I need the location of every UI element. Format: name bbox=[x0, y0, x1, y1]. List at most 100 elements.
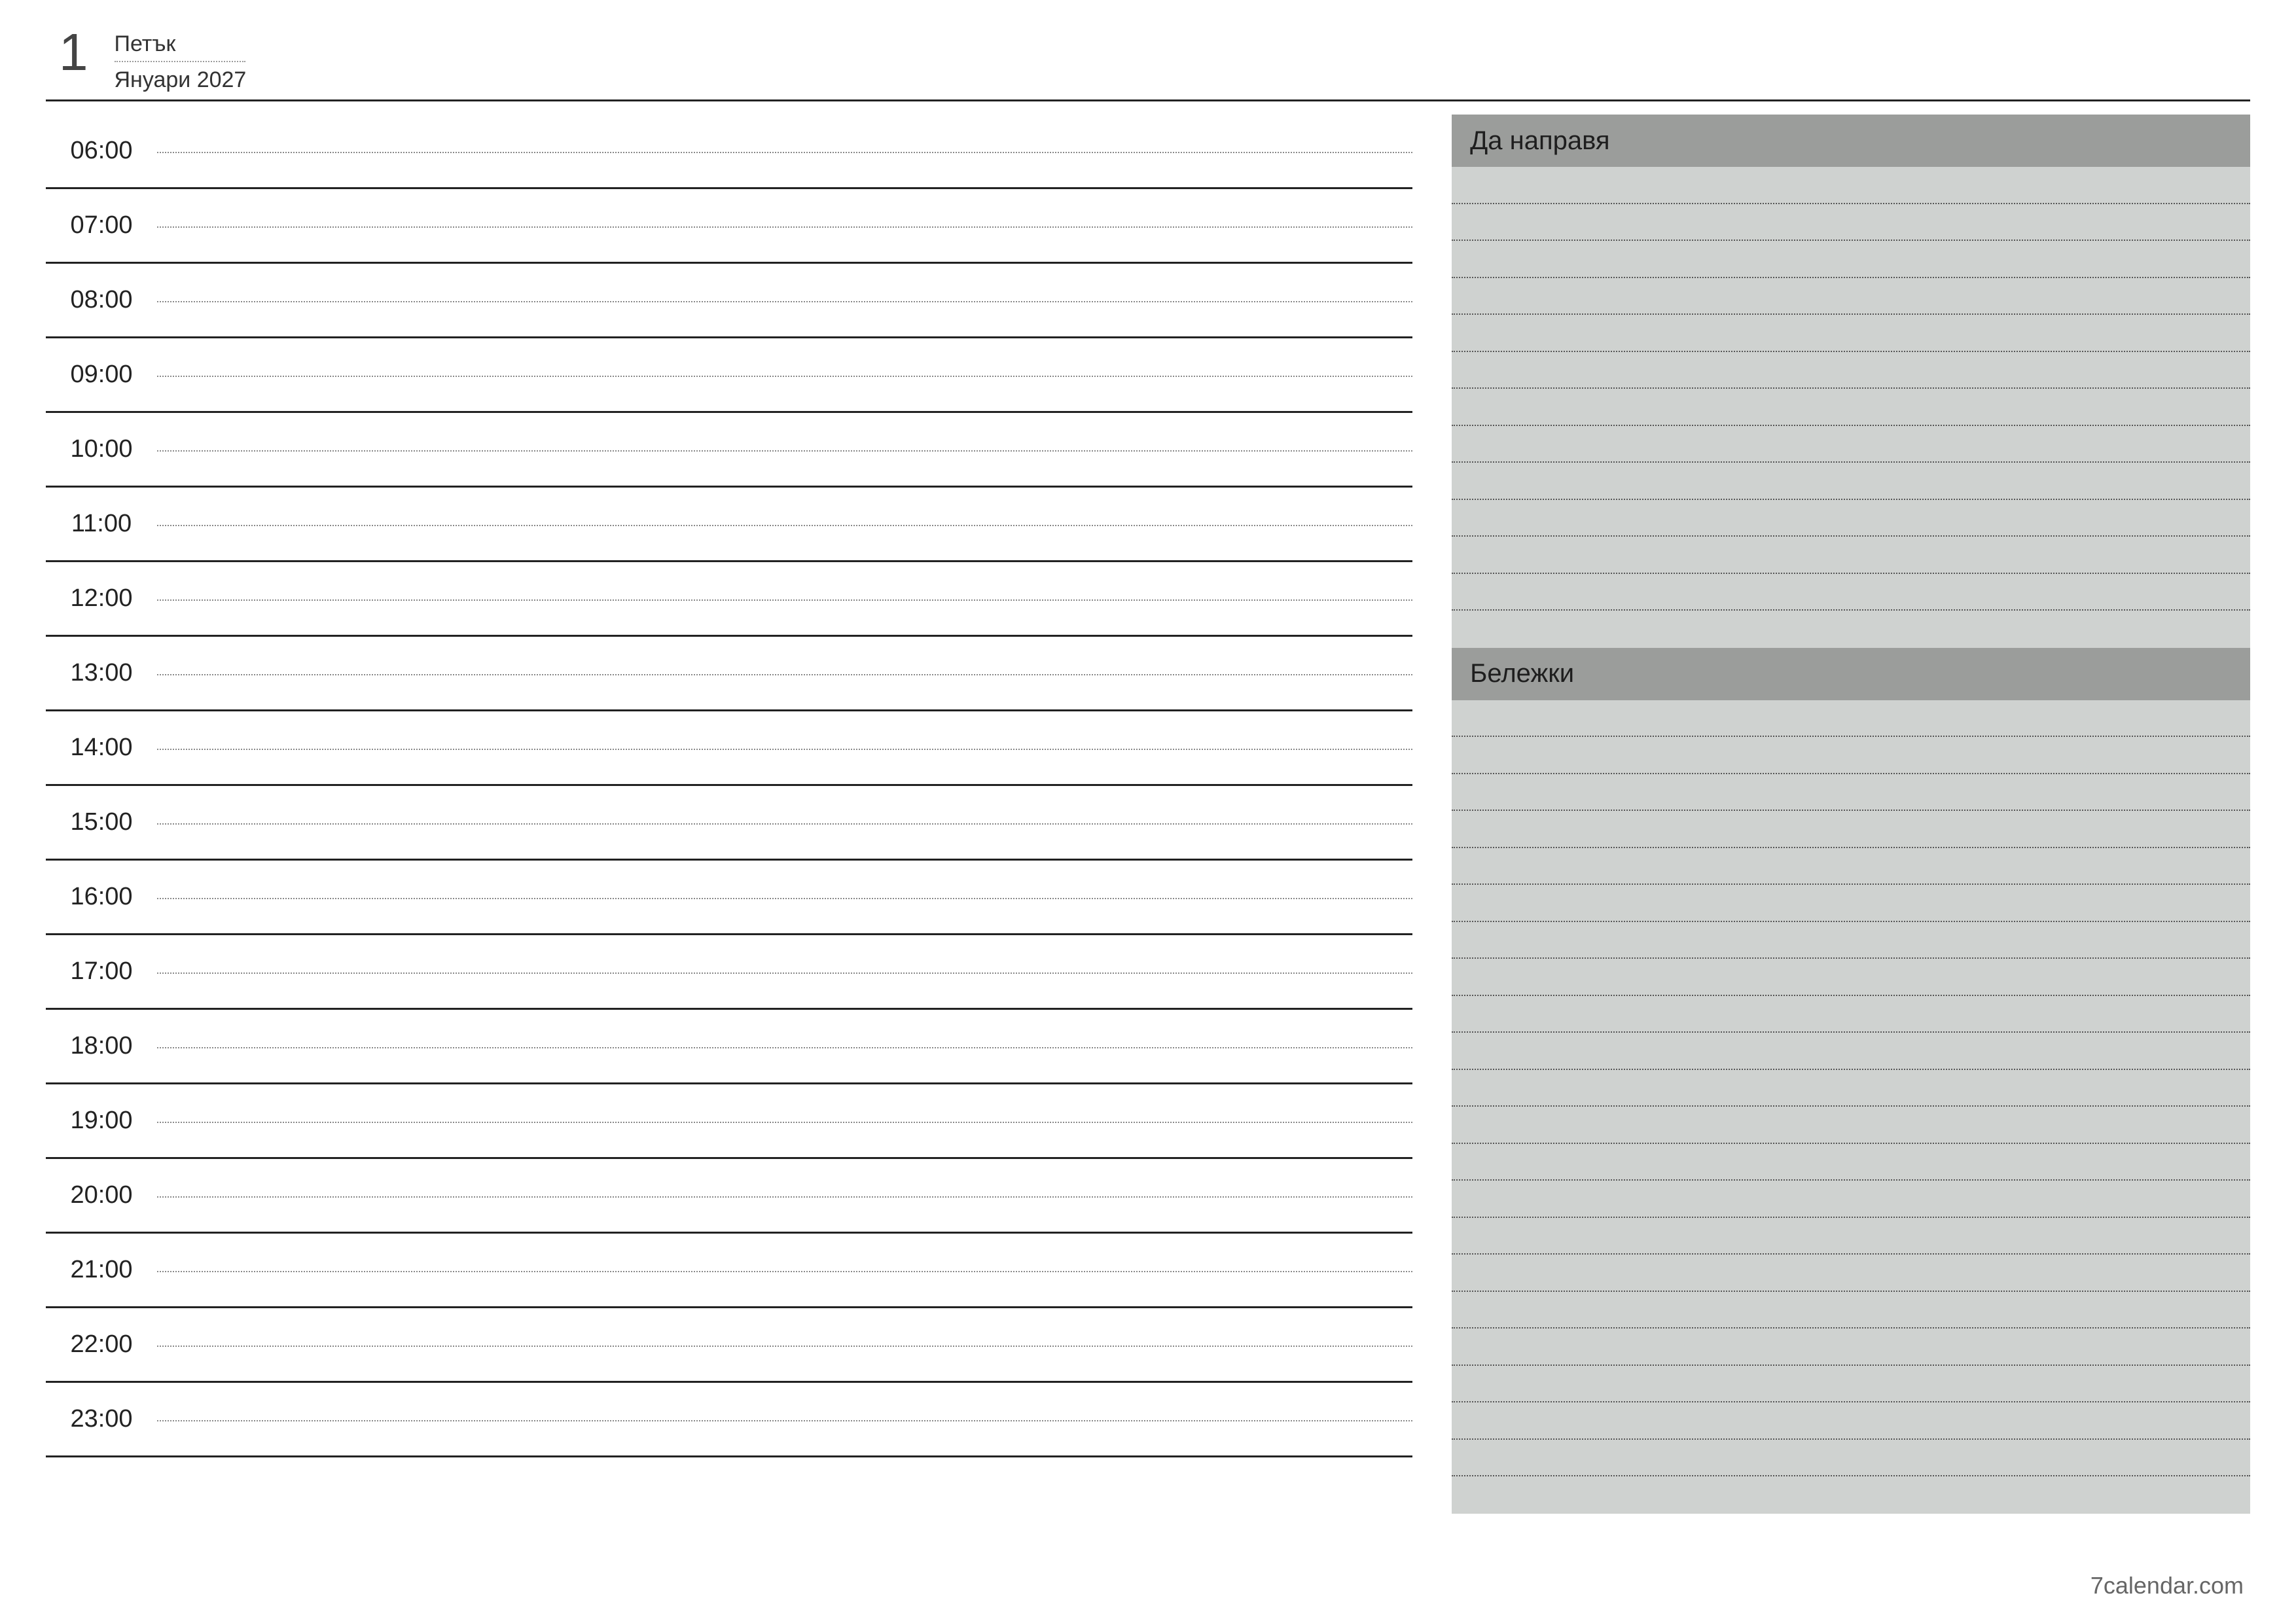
notes-title: Бележки bbox=[1452, 648, 2250, 700]
notes-line bbox=[1452, 737, 2250, 774]
notes-line bbox=[1452, 811, 2250, 848]
notes-line bbox=[1452, 1181, 2250, 1218]
notes-line bbox=[1452, 848, 2250, 885]
notes-line bbox=[1452, 1329, 2250, 1366]
sidebar: Да направя Бележки bbox=[1452, 115, 2250, 1514]
hour-label: 20:00 bbox=[46, 1181, 157, 1209]
hour-writing-line bbox=[157, 674, 1412, 675]
hour-label: 17:00 bbox=[46, 957, 157, 986]
hour-writing-line bbox=[157, 450, 1412, 452]
hour-writing-line bbox=[157, 972, 1412, 974]
notes-line bbox=[1452, 1402, 2250, 1440]
hour-writing-line bbox=[157, 823, 1412, 825]
hour-label: 22:00 bbox=[46, 1330, 157, 1359]
hour-label: 15:00 bbox=[46, 808, 157, 836]
notes-line bbox=[1452, 1292, 2250, 1329]
notes-line bbox=[1452, 1144, 2250, 1181]
todo-line bbox=[1452, 389, 2250, 426]
notes-line bbox=[1452, 1107, 2250, 1144]
hour-row: 07:00 bbox=[46, 189, 1412, 264]
hour-row: 10:00 bbox=[46, 413, 1412, 488]
notes-line bbox=[1452, 1218, 2250, 1255]
todo-line bbox=[1452, 315, 2250, 352]
hour-label: 12:00 bbox=[46, 584, 157, 613]
weekday-label: Петък bbox=[115, 31, 245, 62]
hour-writing-line bbox=[157, 1346, 1412, 1347]
hour-label: 10:00 bbox=[46, 435, 157, 463]
notes-line bbox=[1452, 700, 2250, 738]
hour-writing-line bbox=[157, 599, 1412, 601]
notes-line bbox=[1452, 1255, 2250, 1292]
notes-line bbox=[1452, 1070, 2250, 1107]
hour-row: 08:00 bbox=[46, 264, 1412, 338]
notes-line bbox=[1452, 996, 2250, 1033]
hour-writing-line bbox=[157, 152, 1412, 153]
hour-row: 18:00 bbox=[46, 1010, 1412, 1084]
hour-label: 13:00 bbox=[46, 659, 157, 687]
hour-row: 19:00 bbox=[46, 1084, 1412, 1159]
hour-label: 14:00 bbox=[46, 734, 157, 762]
notes-line bbox=[1452, 922, 2250, 959]
day-number: 1 bbox=[59, 26, 88, 79]
hour-label: 18:00 bbox=[46, 1032, 157, 1060]
notes-line bbox=[1452, 1366, 2250, 1403]
day-meta: Петък Януари 2027 bbox=[115, 26, 247, 93]
footer-brand: 7calendar.com bbox=[2090, 1572, 2244, 1599]
hour-writing-line bbox=[157, 1420, 1412, 1421]
hour-writing-line bbox=[157, 1122, 1412, 1123]
hour-row: 21:00 bbox=[46, 1234, 1412, 1308]
todo-line bbox=[1452, 611, 2250, 648]
hour-label: 21:00 bbox=[46, 1256, 157, 1284]
hour-row: 16:00 bbox=[46, 861, 1412, 935]
notes-lines bbox=[1452, 700, 2250, 1514]
hour-writing-line bbox=[157, 226, 1412, 228]
header-divider bbox=[46, 99, 2250, 101]
hour-label: 16:00 bbox=[46, 883, 157, 911]
notes-line bbox=[1452, 959, 2250, 996]
hour-row: 09:00 bbox=[46, 338, 1412, 413]
hour-label: 23:00 bbox=[46, 1405, 157, 1433]
todo-line bbox=[1452, 167, 2250, 204]
hour-writing-line bbox=[157, 1047, 1412, 1048]
hour-label: 11:00 bbox=[46, 510, 157, 538]
todo-line bbox=[1452, 278, 2250, 315]
hourly-schedule: 06:00 07:00 08:00 09:00 10:00 11:00 12:00 13:00… bbox=[46, 115, 1412, 1514]
todo-panel: Да направя bbox=[1452, 115, 2250, 648]
hour-label: 19:00 bbox=[46, 1107, 157, 1135]
notes-panel: Бележки bbox=[1452, 648, 2250, 1514]
hour-writing-line bbox=[157, 301, 1412, 302]
todo-line bbox=[1452, 500, 2250, 537]
hour-row: 06:00 bbox=[46, 115, 1412, 189]
hour-row: 17:00 bbox=[46, 935, 1412, 1010]
hour-label: 09:00 bbox=[46, 361, 157, 389]
hour-row: 13:00 bbox=[46, 637, 1412, 711]
todo-line bbox=[1452, 204, 2250, 241]
notes-line bbox=[1452, 774, 2250, 812]
notes-line bbox=[1452, 1476, 2250, 1514]
hour-row: 23:00 bbox=[46, 1383, 1412, 1457]
hour-row: 22:00 bbox=[46, 1308, 1412, 1383]
todo-line bbox=[1452, 352, 2250, 389]
todo-line bbox=[1452, 574, 2250, 611]
hour-writing-line bbox=[157, 376, 1412, 377]
hour-writing-line bbox=[157, 898, 1412, 899]
hour-label: 07:00 bbox=[46, 211, 157, 240]
todo-lines bbox=[1452, 167, 2250, 648]
hour-row: 15:00 bbox=[46, 786, 1412, 861]
notes-line bbox=[1452, 1033, 2250, 1070]
hour-row: 12:00 bbox=[46, 562, 1412, 637]
hour-row: 14:00 bbox=[46, 711, 1412, 786]
todo-title: Да направя bbox=[1452, 115, 2250, 167]
todo-line bbox=[1452, 463, 2250, 500]
todo-line bbox=[1452, 537, 2250, 574]
hour-label: 06:00 bbox=[46, 137, 157, 165]
hour-label: 08:00 bbox=[46, 286, 157, 314]
notes-line bbox=[1452, 885, 2250, 922]
notes-line bbox=[1452, 1440, 2250, 1477]
todo-line bbox=[1452, 426, 2250, 463]
hour-writing-line bbox=[157, 749, 1412, 750]
month-year-label: Януари 2027 bbox=[115, 62, 247, 93]
hour-row: 11:00 bbox=[46, 488, 1412, 562]
hour-writing-line bbox=[157, 525, 1412, 526]
hour-writing-line bbox=[157, 1196, 1412, 1198]
